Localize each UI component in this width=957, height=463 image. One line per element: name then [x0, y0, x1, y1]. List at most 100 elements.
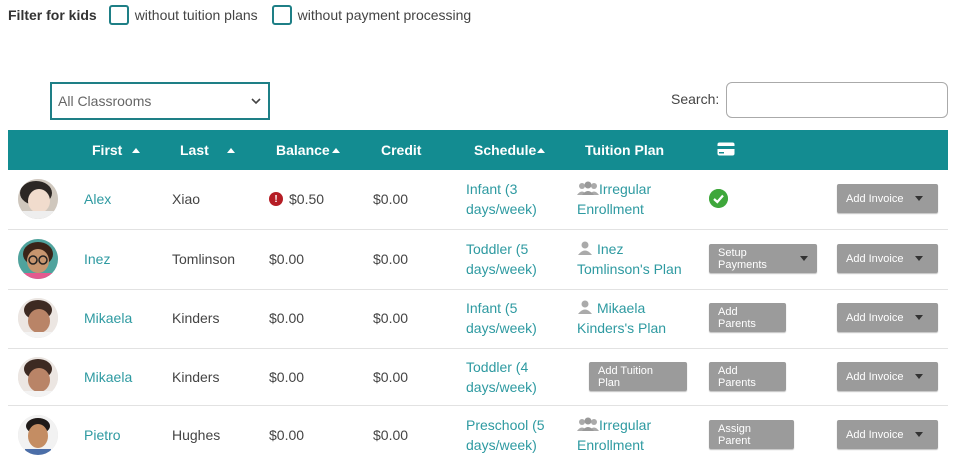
add-invoice-button[interactable]: Add Invoice: [837, 303, 938, 332]
filter-checkbox[interactable]: [271, 5, 292, 25]
schedule-line: Infant (3: [466, 181, 518, 197]
table-row: Mikaela Kinders $0.00 $0.00 Infant (5 day…: [8, 290, 948, 349]
check-circle-icon: [709, 189, 728, 208]
last-name: Xiao: [172, 191, 201, 207]
credit: $0.00: [373, 310, 409, 326]
table-row: Pietro Hughes $0.00 $0.00 Preschool (5 da…: [8, 406, 948, 463]
add-invoice-label: Add Invoice: [846, 428, 904, 441]
credit: $0.00: [373, 369, 409, 385]
column-header-credit[interactable]: Credit: [381, 142, 421, 158]
first-name-link[interactable]: Alex: [84, 191, 111, 207]
balance: $0.00: [269, 427, 305, 443]
schedule-line: days/week): [466, 261, 537, 277]
sort-ascending-icon: [226, 147, 235, 153]
assign-parent-label: Assign Parent: [718, 422, 752, 447]
sort-ascending-icon: [537, 147, 546, 153]
last-name: Tomlinson: [172, 251, 236, 267]
schedule-line: days/week): [466, 320, 537, 336]
caret-down-icon: [915, 432, 924, 437]
column-header-label: First: [92, 142, 123, 158]
add-parents-label: Add Parents: [718, 305, 756, 330]
column-header-schedule[interactable]: Schedule: [474, 142, 546, 158]
table-row: Mikaela Kinders $0.00 $0.00 Toddler (4 da…: [8, 349, 948, 406]
add-invoice-label: Add Invoice: [846, 311, 904, 324]
balance: $0.00: [269, 310, 305, 326]
schedule-link[interactable]: Toddler (4 days/week): [466, 357, 537, 397]
tuition-plan-line: Irregular: [599, 181, 652, 197]
filter-without-payment-processing[interactable]: without payment processing: [271, 5, 471, 25]
column-header-last[interactable]: Last: [180, 142, 235, 158]
caret-down-icon: [915, 256, 924, 261]
avatar: [18, 357, 58, 397]
avatar: [18, 179, 58, 219]
schedule-link[interactable]: Preschool (5 days/week): [466, 415, 545, 455]
column-header-label: Balance: [276, 142, 330, 158]
tuition-plan-line: Mikaela: [597, 300, 646, 316]
person-icon: [578, 300, 592, 314]
tuition-plan-link[interactable]: Irregular Enrollment: [577, 415, 651, 455]
add-tuition-plan-button[interactable]: Add Tuition Plan: [589, 362, 687, 391]
add-invoice-label: Add Invoice: [846, 252, 904, 265]
schedule-line: Preschool (5: [466, 417, 545, 433]
schedule-line: days/week): [466, 379, 537, 395]
add-parents-button[interactable]: Add Parents: [709, 303, 786, 332]
column-header-label: Last: [180, 142, 209, 158]
classroom-select[interactable]: All Classrooms: [50, 82, 270, 120]
column-header-label: Tuition Plan: [585, 142, 665, 158]
first-name-link[interactable]: Pietro: [84, 427, 121, 443]
credit: $0.00: [373, 191, 409, 207]
add-invoice-label: Add Invoice: [846, 192, 904, 205]
first-name-link[interactable]: Mikaela: [84, 369, 132, 385]
column-header-balance[interactable]: Balance: [276, 142, 340, 158]
caret-down-icon: [800, 256, 808, 261]
column-header-first[interactable]: First: [92, 142, 141, 158]
avatar: [18, 239, 58, 279]
tuition-plan-line: Enrollment: [577, 437, 644, 453]
filter-checkbox[interactable]: [108, 5, 129, 25]
filter-option-label: without tuition plans: [134, 7, 258, 23]
caret-down-icon: [915, 315, 924, 320]
setup-payments-button[interactable]: Setup Payments: [709, 244, 817, 273]
tuition-plan-link[interactable]: Mikaela Kinders's Plan: [577, 298, 666, 338]
schedule-line: Toddler (5: [466, 241, 529, 257]
first-name-link[interactable]: Inez: [84, 251, 110, 267]
sort-ascending-icon: [132, 147, 141, 153]
sort-ascending-icon: [331, 147, 340, 153]
balance-value: $0.50: [289, 191, 325, 207]
caret-down-icon: [915, 374, 924, 379]
balance: $0.00: [269, 369, 305, 385]
warning-icon: !: [269, 192, 283, 206]
add-tuition-plan-label: Add Tuition Plan: [598, 364, 654, 389]
schedule-line: days/week): [466, 437, 537, 453]
assign-parent-button[interactable]: Assign Parent: [709, 420, 794, 449]
add-invoice-button[interactable]: Add Invoice: [837, 362, 938, 391]
add-invoice-button[interactable]: Add Invoice: [837, 420, 938, 449]
schedule-link[interactable]: Toddler (5 days/week): [466, 239, 537, 279]
first-name-link[interactable]: Mikaela: [84, 310, 132, 326]
avatar: [18, 415, 58, 455]
add-invoice-button[interactable]: Add Invoice: [837, 244, 938, 273]
caret-down-icon: [915, 196, 924, 201]
tuition-plan-line: Kinders's Plan: [577, 320, 667, 336]
schedule-line: days/week): [466, 201, 537, 217]
balance: ! $0.50: [269, 191, 324, 207]
tuition-plan-link[interactable]: Inez Tomlinson's Plan: [577, 239, 682, 279]
schedule-link[interactable]: Infant (3 days/week): [466, 179, 537, 219]
person-icon: [578, 241, 592, 255]
table-header: First Last Balance Credit Schedule Tuiti…: [8, 130, 948, 170]
add-invoice-button[interactable]: Add Invoice: [837, 184, 938, 213]
group-icon: [577, 181, 599, 195]
filter-without-tuition-plans[interactable]: without tuition plans: [108, 5, 258, 25]
chevron-down-icon: [251, 98, 261, 105]
credit-card-icon: [717, 142, 735, 156]
column-header-tuition-plan[interactable]: Tuition Plan: [585, 142, 664, 158]
add-parents-button[interactable]: Add Parents: [709, 362, 786, 391]
credit: $0.00: [373, 251, 409, 267]
schedule-link[interactable]: Infant (5 days/week): [466, 298, 537, 338]
filter-label: Filter for kids: [8, 7, 97, 23]
search-input[interactable]: [726, 82, 948, 118]
add-invoice-label: Add Invoice: [846, 370, 904, 383]
credit: $0.00: [373, 427, 409, 443]
tuition-plan-link[interactable]: Irregular Enrollment: [577, 179, 651, 219]
last-name: Kinders: [172, 369, 220, 385]
